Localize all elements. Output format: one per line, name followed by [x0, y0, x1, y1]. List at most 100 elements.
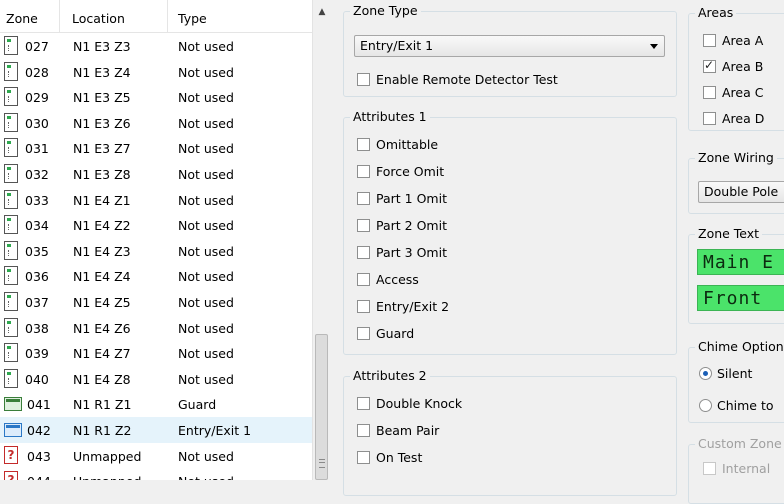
checkbox-part-1-omit[interactable]: Part 1 Omit: [357, 189, 447, 207]
checkbox-area-a[interactable]: Area A: [703, 31, 763, 49]
checkbox-checked-icon[interactable]: [703, 58, 716, 73]
zone-type: Not used: [178, 243, 234, 259]
zone-type: Not used: [178, 468, 234, 480]
zone-type: Not used: [178, 90, 234, 106]
checkbox-area-d[interactable]: Area D: [703, 109, 764, 127]
zone-type-group: Zone Type Entry/Exit 1 Enable Remote Det…: [343, 3, 677, 97]
checkbox-on-test[interactable]: On Test: [357, 448, 422, 466]
zone-row[interactable]: 042 N1 R1 Z2 Entry/Exit 1: [0, 416, 312, 443]
zone-text-group: Zone Text Main E Front: [688, 226, 784, 324]
zone-wiring-dropdown[interactable]: Double Pole: [698, 181, 784, 203]
checkbox-force-omit[interactable]: Force Omit: [357, 162, 444, 180]
attributes2-title: Attributes 2: [350, 368, 430, 383]
radio-dot[interactable]: [699, 398, 712, 412]
checkbox-box[interactable]: [357, 72, 370, 86]
checkbox-box[interactable]: [357, 423, 370, 437]
checkbox-box[interactable]: [357, 272, 370, 286]
zone-number: 028: [25, 64, 49, 80]
zone-row[interactable]: 027 N1 E3 Z3 Not used: [0, 33, 312, 59]
unused-zone-icon: [4, 87, 18, 107]
zone-rows: 027 N1 E3 Z3 Not used 028 N1 E3 Z4 Not used 02…: [0, 33, 312, 480]
zone-type: Not used: [178, 115, 234, 131]
checkbox-box[interactable]: [357, 396, 370, 410]
zone-row[interactable]: 038 N1 E4 Z6 Not used: [0, 315, 312, 341]
unused-zone-icon: [4, 36, 18, 55]
zone-type: Not used: [178, 320, 234, 336]
checkbox-box[interactable]: [357, 191, 370, 205]
zone-row[interactable]: 041 N1 R1 Z1 Guard: [0, 391, 312, 417]
checkbox-box[interactable]: [357, 450, 370, 464]
unused-zone-icon: [4, 368, 18, 388]
zone-list[interactable]: Zone Location Type 027 N1 E3 Z3 Not used 02…: [0, 0, 330, 480]
checkbox-box[interactable]: [703, 461, 716, 475]
chime-to-radio[interactable]: Chime to: [699, 396, 774, 414]
checkbox-part-3-omit[interactable]: Part 3 Omit: [357, 243, 447, 261]
zone-row[interactable]: 034 N1 E4 Z2 Not used: [0, 212, 312, 238]
zone-type-value: Entry/Exit 1: [360, 38, 434, 53]
checkbox-box[interactable]: [357, 245, 370, 259]
zone-number: 030: [25, 115, 49, 131]
checkbox-entry-exit-2[interactable]: Entry/Exit 2: [357, 297, 449, 315]
unused-zone-icon: [4, 189, 18, 209]
checkbox-box[interactable]: [703, 111, 716, 125]
scrollbar-thumb[interactable]: [315, 334, 328, 480]
zone-row[interactable]: 029 N1 E3 Z5 Not used: [0, 84, 312, 110]
zone-row[interactable]: 033 N1 E4 Z1 Not used: [0, 187, 312, 213]
zone-row[interactable]: 040 N1 E4 Z8 Not used: [0, 366, 312, 392]
zone-type-dropdown[interactable]: Entry/Exit 1: [354, 35, 665, 57]
zone-row[interactable]: ? 044 Unmapped Not used: [0, 468, 312, 480]
checkbox-double-knock[interactable]: Double Knock: [357, 394, 462, 412]
zone-list-scrollbar[interactable]: ▲: [312, 0, 330, 480]
zone-number: 029: [25, 90, 49, 106]
zone-text-line2-field[interactable]: Front: [697, 285, 784, 311]
zone-row[interactable]: 037 N1 E4 Z5 Not used: [0, 289, 312, 315]
checkbox-box[interactable]: [357, 326, 370, 340]
zone-row[interactable]: 036 N1 E4 Z4 Not used: [0, 263, 312, 289]
column-header-type[interactable]: Type: [168, 0, 312, 32]
zone-location: N1 E4 Z3: [73, 243, 131, 259]
checkbox-guard[interactable]: Guard: [357, 324, 414, 342]
unused-zone-icon: [4, 343, 18, 363]
panel-splitter[interactable]: [330, 0, 342, 480]
checkbox-box[interactable]: [357, 164, 370, 178]
checkbox-label: Area B: [722, 58, 764, 74]
radio-dot[interactable]: [699, 366, 712, 380]
checkbox-box[interactable]: [357, 299, 370, 313]
zone-location: N1 E3 Z5: [73, 90, 131, 106]
checkbox-box[interactable]: [703, 33, 716, 47]
checkbox-area-c[interactable]: Area C: [703, 83, 763, 101]
checkbox-box[interactable]: [703, 85, 716, 99]
zone-row[interactable]: 028 N1 E3 Z4 Not used: [0, 59, 312, 85]
checkbox-omittable[interactable]: Omittable: [357, 135, 438, 153]
zone-text-line1-field[interactable]: Main E: [697, 249, 784, 275]
zone-location: N1 E3 Z4: [73, 64, 131, 80]
zone-number: 039: [25, 346, 49, 362]
checkbox-label: Access: [376, 271, 419, 287]
zone-number: 035: [25, 243, 49, 259]
checkbox-box[interactable]: [357, 137, 370, 151]
zone-type: Not used: [178, 141, 234, 157]
zone-row[interactable]: 032 N1 E3 Z8 Not used: [0, 161, 312, 187]
zone-row[interactable]: ? 043 Unmapped Not used: [0, 443, 312, 469]
checkbox-access[interactable]: Access: [357, 270, 419, 288]
column-header-zone[interactable]: Zone: [0, 0, 60, 32]
zone-number: 034: [25, 218, 49, 234]
zone-type: Not used: [178, 166, 234, 182]
zone-row[interactable]: 030 N1 E3 Z6 Not used: [0, 110, 312, 136]
remote-detector-test-checkbox[interactable]: Enable Remote Detector Test: [357, 70, 558, 88]
checkbox-part-2-omit[interactable]: Part 2 Omit: [357, 216, 447, 234]
zone-row[interactable]: 031 N1 E3 Z7 Not used: [0, 135, 312, 161]
checkbox-area-b[interactable]: Area B: [703, 57, 763, 75]
checkbox-label: Area A: [722, 32, 764, 48]
internal-checkbox[interactable]: Internal: [703, 459, 770, 477]
checkbox-beam-pair[interactable]: Beam Pair: [357, 421, 439, 439]
zone-location: N1 E3 Z8: [73, 166, 131, 182]
scroll-up-arrow-icon[interactable]: ▲: [313, 0, 330, 26]
checkbox-box[interactable]: [357, 218, 370, 232]
zone-location: N1 R1 Z1: [73, 397, 132, 413]
column-header-location[interactable]: Location: [60, 0, 168, 32]
zone-row[interactable]: 039 N1 E4 Z7 Not used: [0, 340, 312, 366]
unused-zone-icon: [4, 240, 18, 260]
zone-row[interactable]: 035 N1 E4 Z3 Not used: [0, 238, 312, 264]
chime-silent-radio[interactable]: Silent: [699, 364, 752, 382]
